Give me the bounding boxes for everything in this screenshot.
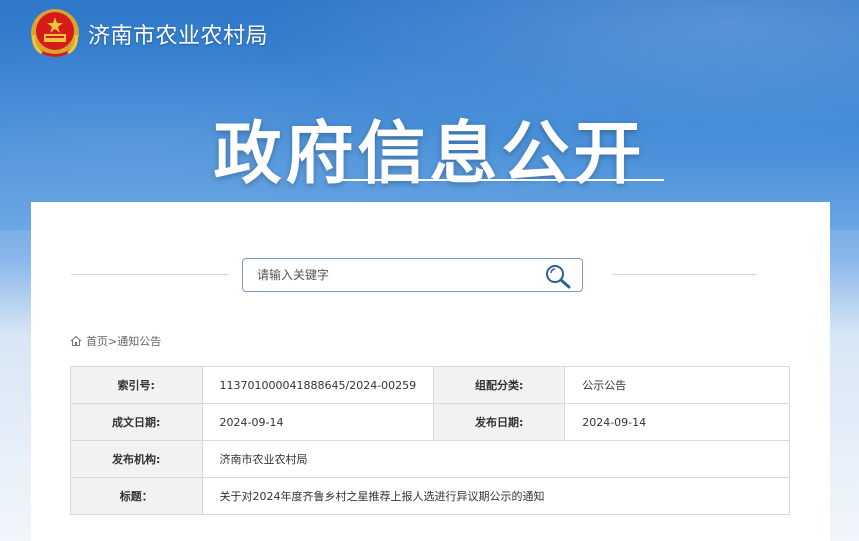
table-row: 标题： 关于对2024年度齐鲁乡村之星推荐上报人选进行异议期公示的通知 <box>70 477 791 515</box>
national-emblem-icon[interactable] <box>28 7 82 61</box>
table-row: 成文日期: 2024-09-14 发布日期: 2024-09-14 <box>70 403 790 441</box>
title-value: 关于对2024年度齐鲁乡村之星推荐上报人选进行异议期公示的通知 <box>201 477 791 515</box>
index-value: 11370100004188864​5/2024-00259 <box>201 366 435 404</box>
content-card: 首页 > 通知公告 索引号: 11370100004188864​5/2024-… <box>31 202 830 541</box>
index-label: 索引号: <box>70 366 203 404</box>
breadcrumb-home-link[interactable]: 首页 <box>86 333 108 349</box>
info-table: 索引号: 11370100004188864​5/2024-00259 组配分类… <box>70 366 791 515</box>
table-row: 发布机构: 济南市农业农村局 <box>70 440 791 478</box>
category-label: 组配分类: <box>433 366 566 404</box>
site-name[interactable]: 济南市农业农村局 <box>88 18 268 50</box>
date-value: 2024-09-14 <box>201 403 435 441</box>
breadcrumb: 首页 > 通知公告 <box>70 333 161 349</box>
divider-right <box>612 274 757 275</box>
breadcrumb-current-link[interactable]: 通知公告 <box>117 333 161 349</box>
page-title: 政府信息公开 <box>213 115 646 194</box>
table-row: 索引号: 11370100004188864​5/2024-00259 组配分类… <box>70 366 790 404</box>
publish-date-label: 发布日期: <box>433 403 566 441</box>
agency-value: 济南市农业农村局 <box>201 440 791 478</box>
category-value: 公示公告 <box>564 366 790 404</box>
title-underline <box>336 179 664 181</box>
search-box <box>242 258 583 292</box>
publish-date-value: 2024-09-14 <box>564 403 790 441</box>
search-icon[interactable] <box>544 263 572 289</box>
search-input[interactable] <box>243 260 533 290</box>
title-label: 标题： <box>70 477 203 515</box>
agency-label: 发布机构: <box>70 440 203 478</box>
breadcrumb-separator: > <box>108 334 118 348</box>
site-header: 济南市农业农村局 <box>28 6 268 62</box>
divider-left <box>71 274 229 275</box>
home-icon <box>70 335 82 347</box>
date-label: 成文日期: <box>70 403 203 441</box>
